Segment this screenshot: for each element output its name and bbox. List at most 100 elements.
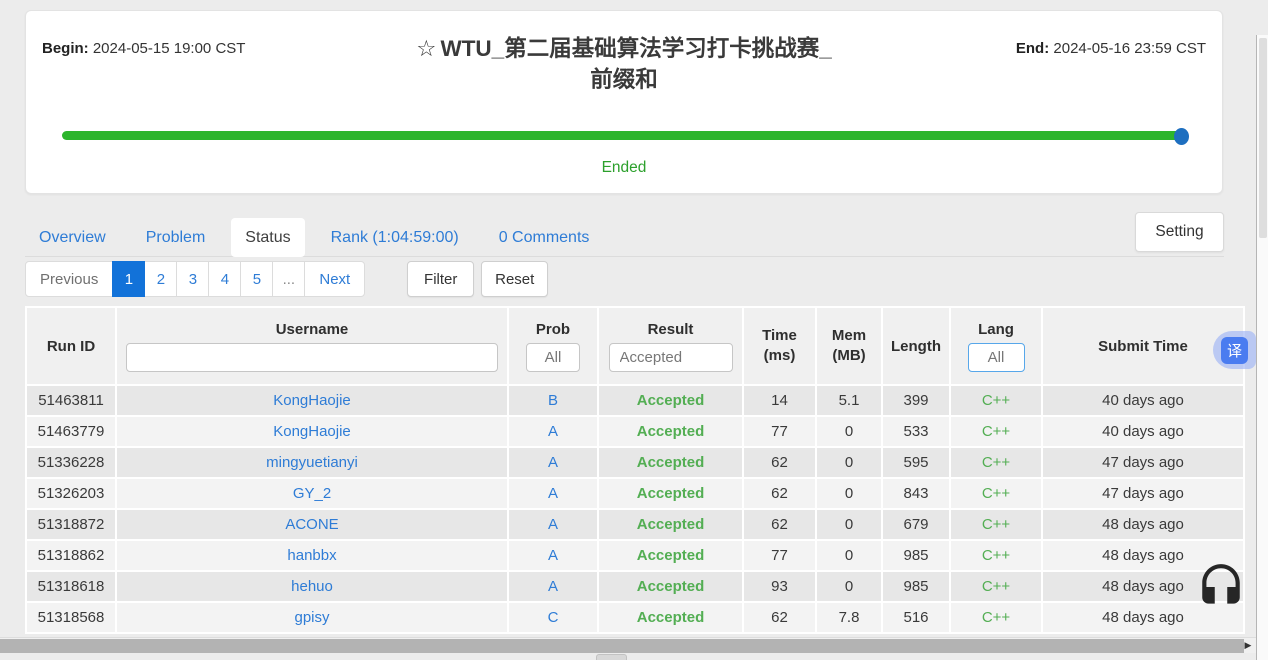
horizontal-scrollbar[interactable]: ▶: [0, 637, 1256, 653]
cell-mem: 5.1: [817, 386, 881, 415]
col-result-label: Result: [648, 321, 694, 338]
cell-submit-time: 47 days ago: [1043, 448, 1243, 477]
cell-length: 985: [883, 541, 949, 570]
cell-mem: 0: [817, 510, 881, 539]
tab-rank[interactable]: Rank (1:04:59:00): [317, 218, 473, 257]
favorite-star-icon[interactable]: ☆: [416, 36, 436, 61]
username-filter-input[interactable]: [126, 343, 498, 372]
contest-progress-knob: [1174, 128, 1189, 145]
problem-link[interactable]: A: [509, 541, 597, 570]
cell-length: 679: [883, 510, 949, 539]
tab-problem[interactable]: Problem: [132, 218, 220, 257]
username-link[interactable]: KongHaojie: [117, 386, 507, 415]
scroll-right-arrow-icon[interactable]: ▶: [1242, 638, 1254, 653]
problem-link[interactable]: A: [509, 479, 597, 508]
cell-submit-time: 48 days ago: [1043, 510, 1243, 539]
contest-title-line2: 前缀和: [590, 67, 658, 92]
cell-mem: 0: [817, 572, 881, 601]
vertical-scrollbar-thumb[interactable]: [1259, 38, 1267, 238]
col-run-id: Run ID: [27, 308, 115, 384]
cell-lang: C++: [951, 479, 1041, 508]
setting-button[interactable]: Setting: [1135, 212, 1224, 252]
cell-lang: C++: [951, 603, 1041, 632]
begin-time: Begin: 2024-05-15 19:00 CST: [42, 33, 327, 95]
page-ellipsis[interactable]: ...: [272, 261, 305, 297]
col-length: Length: [883, 308, 949, 384]
end-value: 2024-05-16 23:59 CST: [1053, 40, 1206, 57]
username-link[interactable]: gpisy: [117, 603, 507, 632]
horizontal-scrollbar-thumb[interactable]: [0, 639, 1244, 653]
vertical-scrollbar[interactable]: [1256, 35, 1268, 660]
result-filter-input[interactable]: [609, 343, 733, 372]
cell-time: 77: [744, 417, 815, 446]
page-4[interactable]: 4: [208, 261, 241, 297]
problem-link[interactable]: B: [509, 386, 597, 415]
col-mem-label-1: Mem: [817, 326, 881, 346]
tab-overview[interactable]: Overview: [25, 218, 120, 257]
cell-run-id: 51326203: [27, 479, 115, 508]
cell-mem: 0: [817, 417, 881, 446]
col-result: Result: [599, 308, 742, 384]
tab-comments[interactable]: 0 Comments: [485, 218, 604, 257]
cell-result: Accepted: [599, 448, 742, 477]
cell-lang: C++: [951, 448, 1041, 477]
translate-button[interactable]: 译: [1213, 331, 1256, 369]
status-table: Run ID Username Prob Result: [25, 306, 1245, 634]
lang-filter-input[interactable]: [968, 343, 1025, 372]
status-table-body: 51463811KongHaojieBAccepted145.1399C++40…: [27, 386, 1243, 632]
problem-link[interactable]: A: [509, 572, 597, 601]
reset-button[interactable]: Reset: [481, 261, 548, 297]
cell-length: 595: [883, 448, 949, 477]
username-link[interactable]: mingyuetianyi: [117, 448, 507, 477]
cell-run-id: 51318568: [27, 603, 115, 632]
bottom-edge-handle: [596, 654, 627, 660]
page-5[interactable]: 5: [240, 261, 273, 297]
problem-link[interactable]: A: [509, 448, 597, 477]
cell-mem: 0: [817, 541, 881, 570]
cell-mem: 0: [817, 448, 881, 477]
username-link[interactable]: ACONE: [117, 510, 507, 539]
cell-time: 14: [744, 386, 815, 415]
cell-run-id: 51336228: [27, 448, 115, 477]
problem-link[interactable]: C: [509, 603, 597, 632]
headphones-icon[interactable]: [1196, 562, 1246, 617]
cell-result: Accepted: [599, 417, 742, 446]
prob-filter-input[interactable]: [526, 343, 580, 372]
table-row: 51463811KongHaojieBAccepted145.1399C++40…: [27, 386, 1243, 415]
problem-link[interactable]: A: [509, 417, 597, 446]
cell-result: Accepted: [599, 572, 742, 601]
col-time: Time (ms): [744, 308, 815, 384]
page-previous[interactable]: Previous: [25, 261, 113, 297]
cell-result: Accepted: [599, 386, 742, 415]
username-link[interactable]: GY_2: [117, 479, 507, 508]
col-prob: Prob: [509, 308, 597, 384]
tabs-bar: Overview Problem Status Rank (1:04:59:00) 0 …: [25, 218, 1224, 257]
cell-time: 62: [744, 448, 815, 477]
page-1[interactable]: 1: [112, 261, 145, 297]
username-link[interactable]: hanbbx: [117, 541, 507, 570]
contest-progress-bar: [62, 131, 1184, 140]
begin-label: Begin:: [42, 40, 89, 57]
pagination-row: Previous12345...Next FilterReset: [25, 261, 548, 297]
table-row: 51336228mingyuetianyiAAccepted620595C++4…: [27, 448, 1243, 477]
translate-icon: 译: [1221, 337, 1248, 364]
filter-button[interactable]: Filter: [407, 261, 474, 297]
end-label: End:: [1016, 40, 1049, 57]
problem-link[interactable]: A: [509, 510, 597, 539]
cell-length: 516: [883, 603, 949, 632]
page-3[interactable]: 3: [176, 261, 209, 297]
cell-lang: C++: [951, 386, 1041, 415]
tab-status[interactable]: Status: [231, 218, 304, 257]
cell-submit-time: 47 days ago: [1043, 479, 1243, 508]
cell-result: Accepted: [599, 479, 742, 508]
username-link[interactable]: hehuo: [117, 572, 507, 601]
table-row: 51318568gpisyCAccepted627.8516C++48 days…: [27, 603, 1243, 632]
cell-submit-time: 40 days ago: [1043, 417, 1243, 446]
username-link[interactable]: KongHaojie: [117, 417, 507, 446]
page-2[interactable]: 2: [144, 261, 177, 297]
cell-lang: C++: [951, 541, 1041, 570]
cell-lang: C++: [951, 510, 1041, 539]
page-next[interactable]: Next: [304, 261, 365, 297]
contest-status-page: Begin: 2024-05-15 19:00 CST ☆WTU_第二届基础算法…: [0, 0, 1268, 660]
table-row: 51326203GY_2AAccepted620843C++47 days ag…: [27, 479, 1243, 508]
